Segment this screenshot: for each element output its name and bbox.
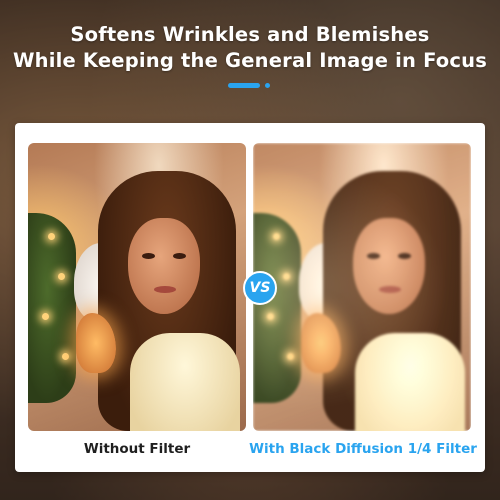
eye bbox=[173, 253, 186, 259]
divider-dot bbox=[265, 83, 270, 88]
label-with-filter: With Black Diffusion 1/4 Filter bbox=[249, 441, 477, 457]
headline: Softens Wrinkles and Blemishes While Kee… bbox=[0, 22, 500, 74]
string-light bbox=[48, 233, 55, 240]
photo-with-filter bbox=[253, 143, 471, 431]
lips bbox=[154, 286, 176, 293]
string-light bbox=[62, 353, 69, 360]
christmas-tree bbox=[28, 213, 76, 403]
headline-line-1: Softens Wrinkles and Blemishes bbox=[70, 23, 430, 46]
model-face bbox=[128, 218, 200, 314]
photo-without-filter bbox=[28, 143, 246, 431]
label-without-filter: Without Filter bbox=[83, 441, 191, 457]
accent-divider bbox=[228, 83, 272, 88]
eye bbox=[142, 253, 155, 259]
divider-bar bbox=[228, 83, 260, 88]
diffusion-haze bbox=[253, 143, 471, 431]
string-light bbox=[58, 273, 65, 280]
vs-badge: VS bbox=[243, 271, 277, 305]
headline-line-2: While Keeping the General Image in Focus bbox=[12, 49, 488, 72]
string-light bbox=[42, 313, 49, 320]
model-dress bbox=[130, 333, 240, 431]
comparison-card: VS Without Filter With Black Diffusion 1… bbox=[15, 123, 485, 472]
